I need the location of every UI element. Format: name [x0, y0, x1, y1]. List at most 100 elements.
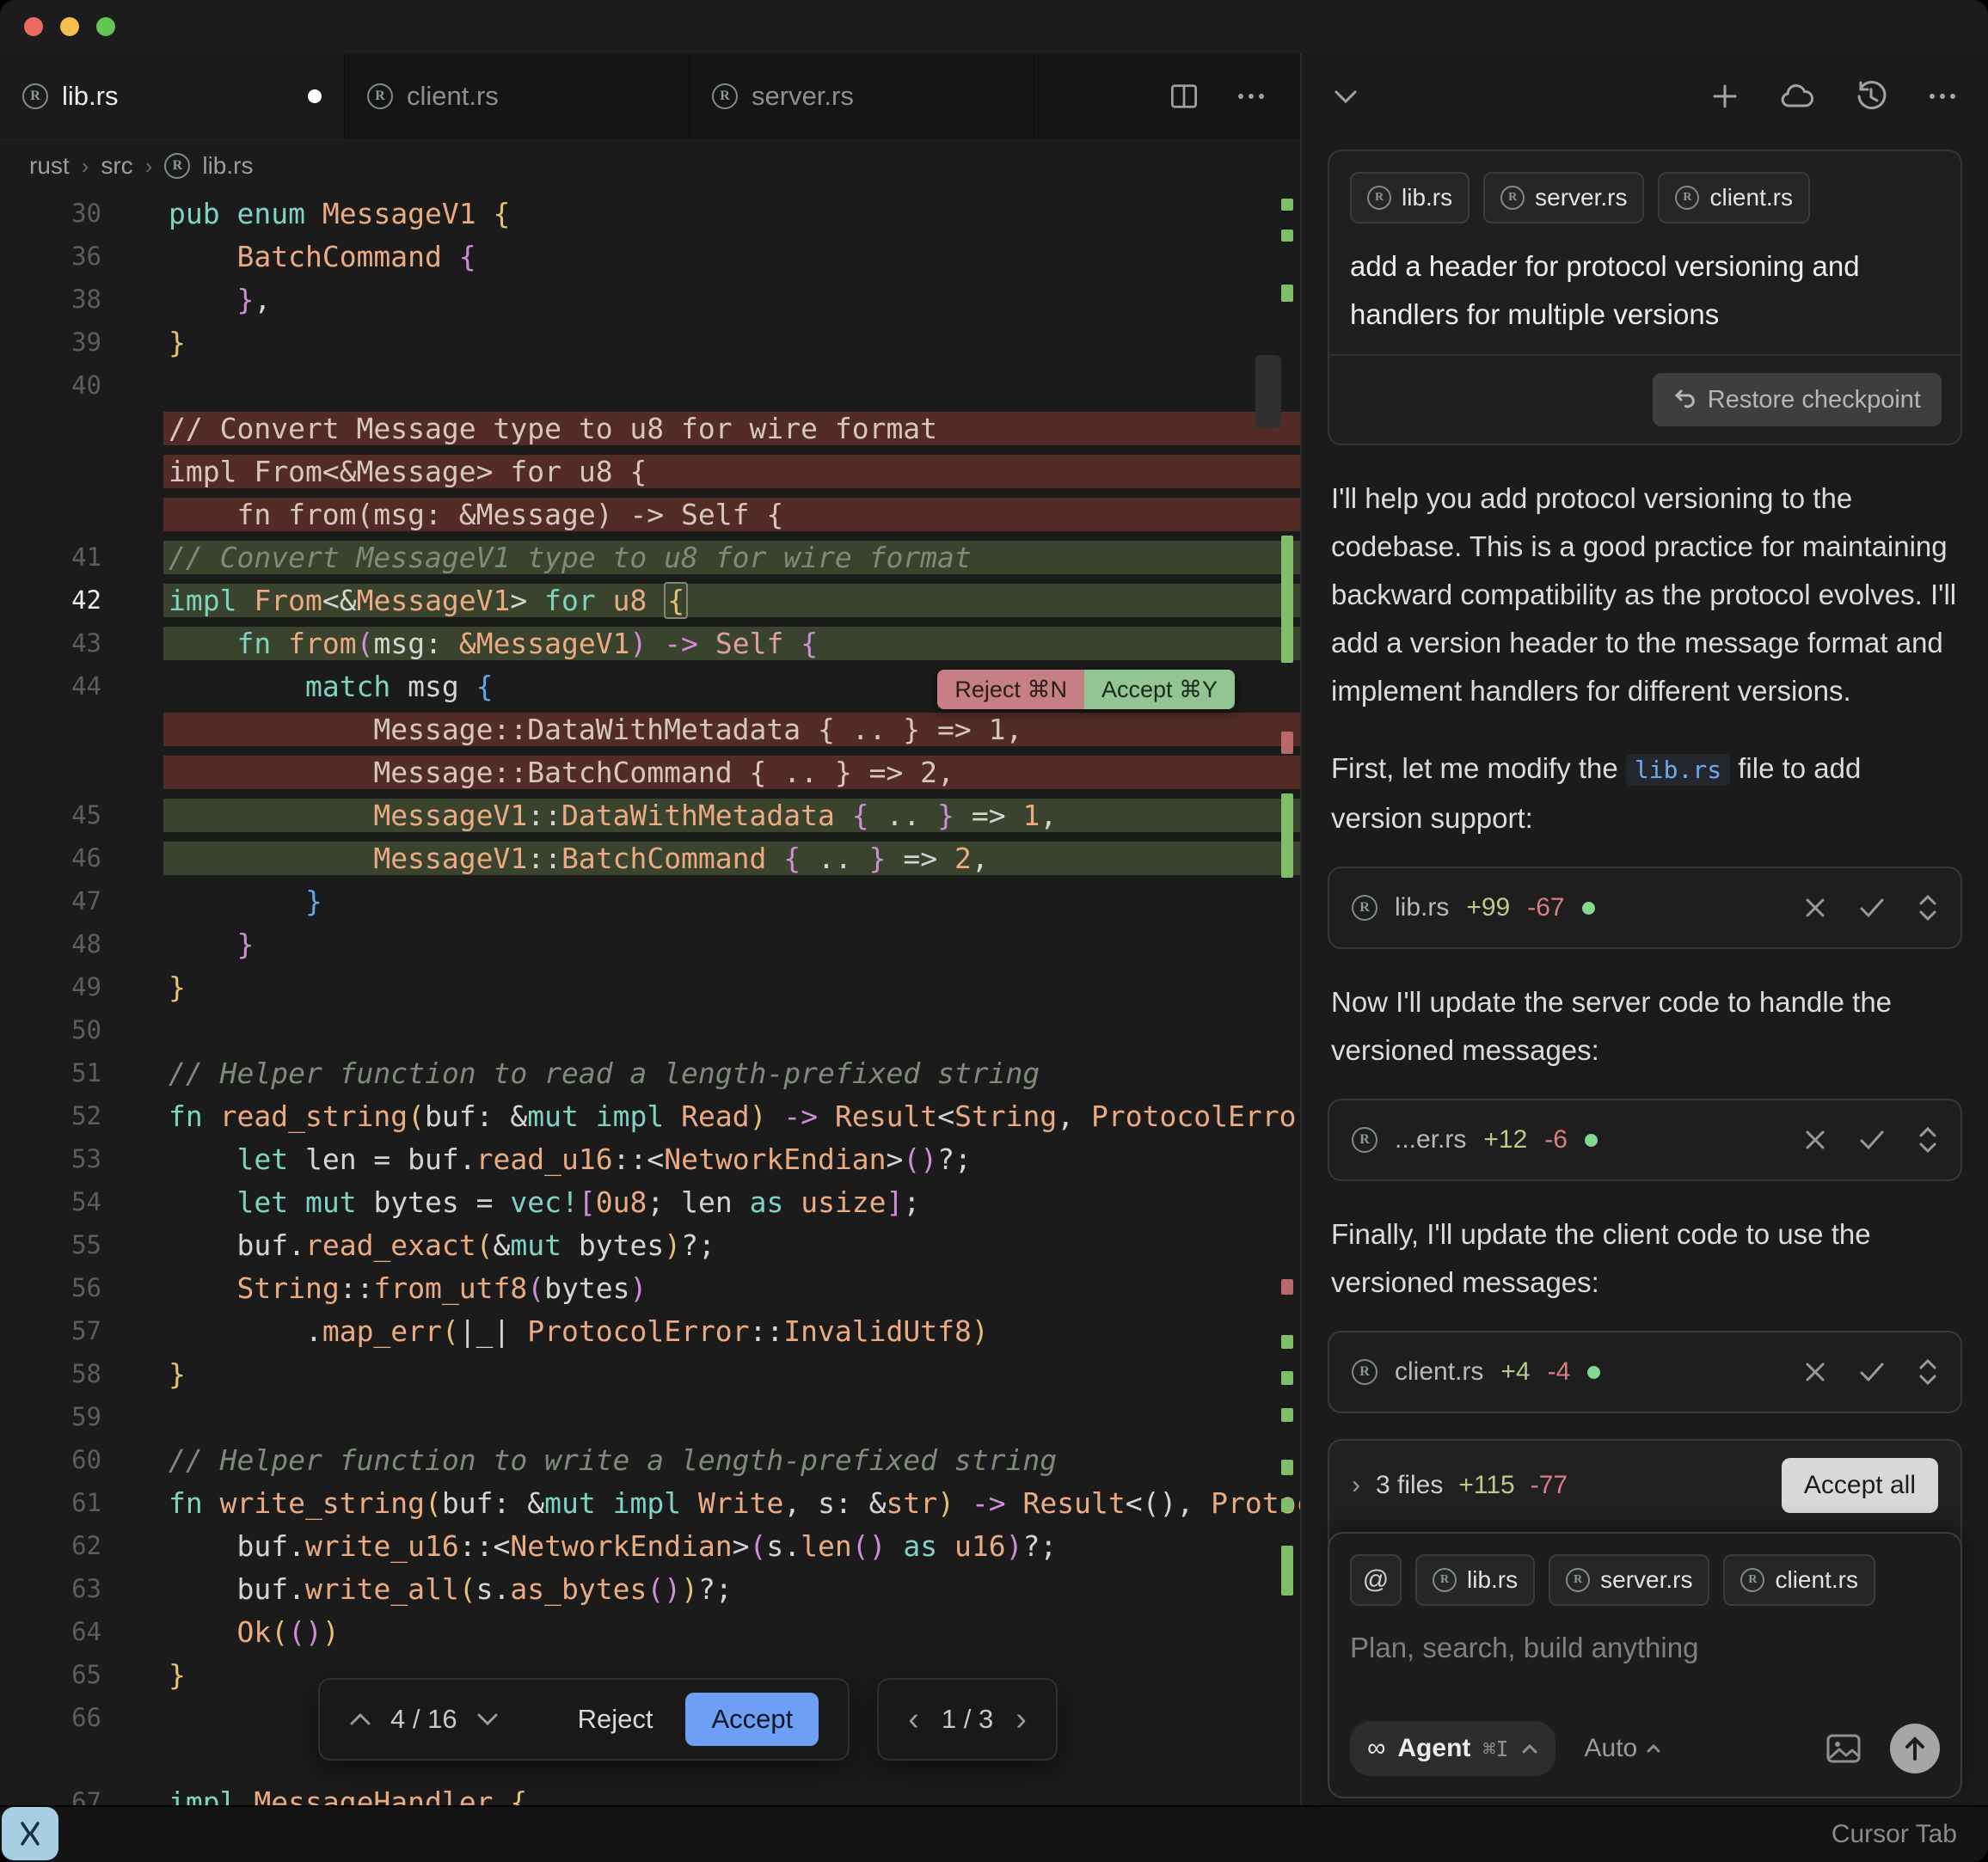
accept-file-icon[interactable]	[1859, 897, 1885, 919]
code-text[interactable]: buf.write_u16::<NetworkEndian>(s.len() a…	[163, 1529, 1300, 1563]
collapse-chat-icon[interactable]	[1333, 88, 1359, 105]
breadcrumb-item-rust[interactable]: rust	[29, 152, 70, 180]
file-diff-card-client-rs[interactable]: R client.rs +4 -4	[1328, 1331, 1962, 1413]
code-text[interactable]: .map_err(|_| ProtocolError::InvalidUtf8)	[163, 1314, 1300, 1348]
assistant-step3: Finally, I'll update the client code to …	[1331, 1210, 1959, 1307]
context-pill-lib-rs[interactable]: R lib.rs	[1350, 172, 1470, 224]
chat-input-placeholder[interactable]: Plan, search, build anything	[1350, 1632, 1940, 1664]
file-diff-card-lib-rs[interactable]: R lib.rs +99 -67	[1328, 867, 1962, 949]
input-pill-client-rs[interactable]: R client.rs	[1723, 1554, 1874, 1606]
code-text[interactable]: // Helper function to write a length-pre…	[163, 1443, 1300, 1477]
expand-summary-icon[interactable]: ›	[1352, 1471, 1360, 1500]
context-pill-client-rs[interactable]: R client.rs	[1658, 172, 1809, 224]
code-text[interactable]: String::from_utf8(bytes)	[163, 1271, 1300, 1305]
minimize-window-button[interactable]	[60, 17, 79, 36]
mention-button[interactable]: @	[1350, 1554, 1402, 1606]
code-text[interactable]: }	[163, 885, 1300, 918]
inline-accept-button[interactable]: Accept ⌘Y	[1084, 670, 1235, 709]
input-pill-server-rs[interactable]: R server.rs	[1549, 1554, 1709, 1606]
code-text[interactable]: impl From<&MessageV1> for u8 {	[163, 584, 1300, 617]
breadcrumb-item-src[interactable]: src	[101, 152, 132, 180]
line-number: 48	[0, 929, 163, 959]
code-text[interactable]: fn write_string(buf: &mut impl Write, s:…	[163, 1486, 1300, 1520]
app-window: R lib.rs R client.rs R server.rs	[0, 0, 1988, 1862]
input-pill-lib-rs[interactable]: R lib.rs	[1415, 1554, 1535, 1606]
expand-file-icon[interactable]	[1917, 1126, 1938, 1154]
code-text[interactable]: // Helper function to read a length-pref…	[163, 1057, 1300, 1090]
accept-file-icon[interactable]	[1859, 1129, 1885, 1151]
diff-added-mark	[1281, 1371, 1293, 1385]
code-text[interactable]: }	[163, 971, 1300, 1004]
chat-more-icon[interactable]	[1928, 92, 1957, 101]
file-pager: 1 / 3	[942, 1704, 993, 1735]
split-editor-icon[interactable]	[1169, 83, 1199, 109]
code-line-58: 58}	[0, 1352, 1300, 1395]
code-text[interactable]: }	[163, 326, 1300, 359]
prev-file-icon[interactable]: ‹	[908, 1701, 919, 1738]
code-text[interactable]: // Convert Message type to u8 for wire f…	[163, 412, 1300, 445]
context-pill-server-rs[interactable]: R server.rs	[1483, 172, 1644, 224]
send-button[interactable]	[1890, 1724, 1940, 1773]
code-text[interactable]: Ok(())	[163, 1615, 1300, 1649]
expand-file-icon[interactable]	[1917, 1358, 1938, 1386]
modified-dot-icon[interactable]	[308, 89, 322, 103]
reject-file-icon[interactable]	[1804, 1129, 1826, 1151]
code-text[interactable]: }	[163, 1357, 1300, 1391]
chat-input-box[interactable]: @ R lib.rs R server.rs R client.rs	[1328, 1532, 1962, 1798]
inline-reject-button[interactable]: Reject ⌘N	[937, 670, 1084, 709]
code-text[interactable]: }	[163, 928, 1300, 961]
next-diff-icon[interactable]	[476, 1712, 499, 1726]
accept-file-icon[interactable]	[1859, 1361, 1885, 1383]
tab-server-rs[interactable]: R server.rs	[690, 53, 1034, 139]
code-text[interactable]: Message::DataWithMetadata { .. } => 1,	[163, 713, 1300, 746]
file-diff-card-server-rs[interactable]: R ...er.rs +12 -6	[1328, 1099, 1962, 1181]
model-selector[interactable]: Auto	[1585, 1734, 1662, 1763]
restore-checkpoint-button[interactable]: Restore checkpoint	[1653, 373, 1942, 426]
code-text[interactable]: fn from(msg: &MessageV1) -> Self {	[163, 627, 1300, 660]
more-actions-icon[interactable]	[1236, 92, 1266, 101]
accept-all-button[interactable]: Accept all	[1782, 1458, 1938, 1513]
tab-client-rs[interactable]: R client.rs	[345, 53, 690, 139]
code-text[interactable]: let mut bytes = vec![0u8; len as usize];	[163, 1185, 1300, 1219]
new-chat-icon[interactable]	[1711, 83, 1739, 110]
angle-brackets-icon	[15, 1820, 45, 1847]
assistant-step2: Now I'll update the server code to handl…	[1331, 978, 1959, 1075]
reject-file-icon[interactable]	[1804, 897, 1826, 919]
code-text[interactable]: fn from(msg: &Message) -> Self {	[163, 498, 1300, 531]
code-editor[interactable]: 30pub enum MessageV1 {36 BatchCommand {3…	[0, 192, 1300, 1805]
code-text[interactable]: pub enum MessageV1 {	[163, 197, 1300, 230]
code-line-59: 59	[0, 1395, 1300, 1438]
code-text[interactable]: let len = buf.read_u16::<NetworkEndian>(…	[163, 1142, 1300, 1176]
code-text[interactable]: MessageV1::DataWithMetadata { .. } => 1,	[163, 799, 1300, 832]
code-text[interactable]: },	[163, 283, 1300, 316]
code-text[interactable]: // Convert MessageV1 type to u8 for wire…	[163, 541, 1300, 574]
code-text[interactable]: buf.write_all(s.as_bytes())?;	[163, 1572, 1300, 1606]
code-text[interactable]: BatchCommand {	[163, 240, 1300, 273]
close-window-button[interactable]	[24, 17, 43, 36]
panel-toggle-badge[interactable]	[2, 1807, 58, 1860]
agent-mode-selector[interactable]: ∞ Agent ⌘I	[1350, 1721, 1555, 1776]
reject-file-icon[interactable]	[1804, 1361, 1826, 1383]
zoom-window-button[interactable]	[96, 17, 115, 36]
attach-image-icon[interactable]	[1826, 1734, 1861, 1763]
breadcrumb-item-file[interactable]: lib.rs	[202, 152, 253, 180]
code-text[interactable]: fn read_string(buf: &mut impl Read) -> R…	[163, 1099, 1300, 1133]
chat-header	[1302, 53, 1988, 139]
accept-button[interactable]: Accept	[685, 1693, 819, 1746]
line-number: 57	[0, 1316, 163, 1345]
reject-button[interactable]: Reject	[578, 1704, 653, 1735]
tab-lib-rs[interactable]: R lib.rs	[0, 53, 345, 139]
code-text[interactable]: impl From<&Message> for u8 {	[163, 455, 1300, 488]
code-text[interactable]: Message::BatchCommand { .. } => 2,	[163, 756, 1300, 789]
line-number: 52	[0, 1101, 163, 1130]
scrollbar-thumb[interactable]	[1255, 355, 1281, 428]
code-line: Message::BatchCommand { .. } => 2,	[0, 750, 1300, 793]
history-icon[interactable]	[1856, 81, 1887, 112]
expand-file-icon[interactable]	[1917, 894, 1938, 922]
next-file-icon[interactable]: ›	[1015, 1701, 1027, 1738]
cloud-icon[interactable]	[1780, 83, 1814, 109]
code-text[interactable]: impl MessageHandler {	[163, 1785, 1300, 1806]
prev-diff-icon[interactable]	[349, 1712, 371, 1726]
code-text[interactable]: MessageV1::BatchCommand { .. } => 2,	[163, 842, 1300, 875]
code-text[interactable]: buf.read_exact(&mut bytes)?;	[163, 1228, 1300, 1262]
